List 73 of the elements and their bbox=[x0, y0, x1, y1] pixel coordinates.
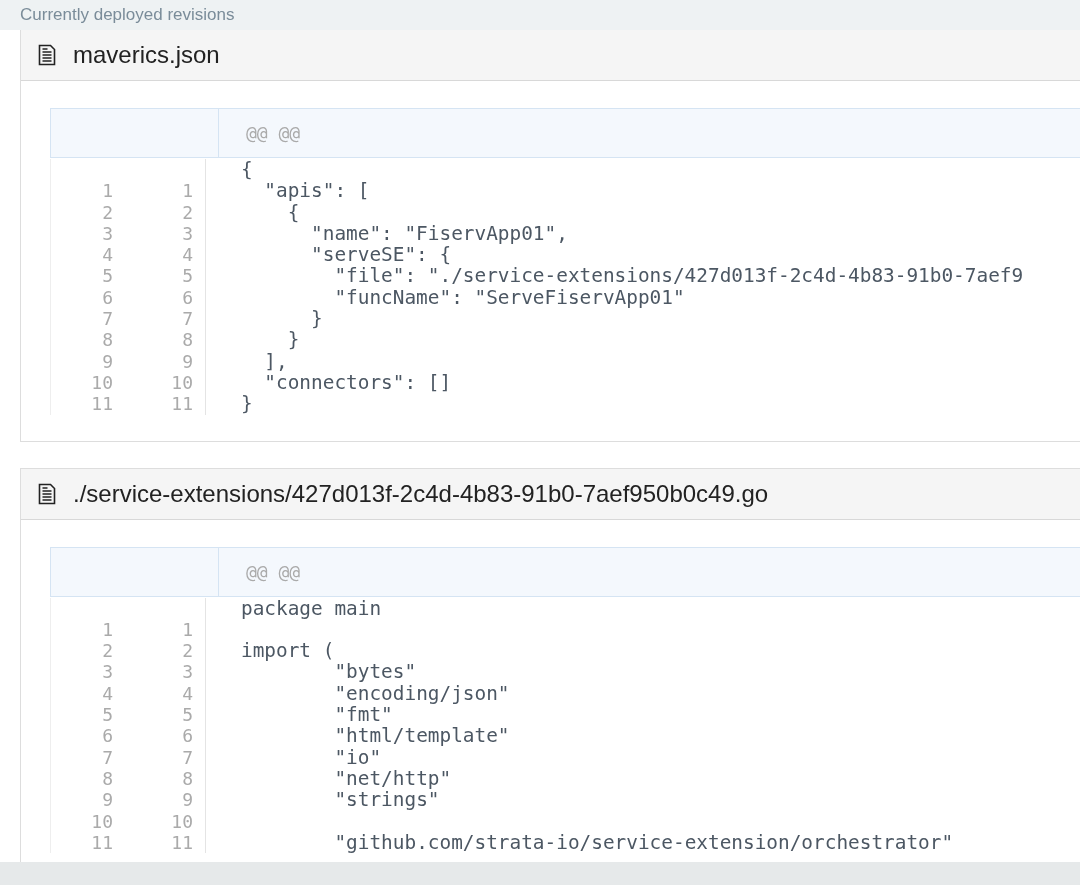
code-line: "connectors": [] bbox=[263, 370, 452, 394]
line-number: 6 bbox=[102, 286, 113, 308]
line-number: 8 bbox=[182, 329, 193, 351]
line-number: 8 bbox=[182, 767, 193, 789]
code-line: } bbox=[310, 307, 323, 331]
section-title: Currently deployed revisions bbox=[20, 4, 235, 26]
code-line: "github.com/strata-io/service-extension/orchestrator" bbox=[333, 830, 954, 854]
line-number: 5 bbox=[102, 704, 113, 726]
line-number: 4 bbox=[102, 244, 113, 266]
line-number: 9 bbox=[182, 789, 193, 811]
code-line: import ( bbox=[241, 639, 335, 663]
line-number: 6 bbox=[102, 725, 113, 747]
line-number: 1 bbox=[102, 618, 113, 640]
code-line: "io" bbox=[333, 745, 382, 769]
line-number: 6 bbox=[182, 725, 193, 747]
line-number: 3 bbox=[102, 222, 113, 244]
line-number: 4 bbox=[182, 682, 193, 704]
line-number: 7 bbox=[182, 308, 193, 330]
line-number: 11 bbox=[91, 393, 113, 415]
code-line: } bbox=[286, 328, 300, 352]
line-number: 2 bbox=[182, 640, 193, 662]
file-name: ./service-extensions/427d013f-2c4d-4b83-91b0-7aef950b0c49.go bbox=[73, 479, 769, 508]
code-line: "encoding/json" bbox=[333, 681, 510, 705]
line-number: 10 bbox=[171, 810, 193, 832]
code-line: "serveSE": { bbox=[310, 243, 452, 267]
line-number: 3 bbox=[182, 222, 193, 244]
hunk-marker: @@ @@ bbox=[245, 121, 301, 145]
code-line: "bytes" bbox=[333, 660, 417, 684]
code-line: "file": "./service-extensions/427d013f-2c4d-4b83-91b0-7aef9 bbox=[333, 264, 1024, 288]
line-number: 10 bbox=[171, 371, 193, 393]
code-line: { bbox=[287, 200, 300, 224]
line-number: 10 bbox=[91, 371, 113, 393]
line-number: 3 bbox=[102, 661, 113, 683]
code-line: "strings" bbox=[333, 788, 440, 812]
line-number: 2 bbox=[102, 201, 113, 223]
line-number: 1 bbox=[182, 618, 193, 640]
line-number: 2 bbox=[102, 640, 113, 662]
line-number: 9 bbox=[102, 789, 113, 811]
line-number: 8 bbox=[102, 767, 113, 789]
line-number: 9 bbox=[182, 350, 193, 372]
line-number: 7 bbox=[182, 746, 193, 768]
code-line: package main bbox=[241, 596, 382, 620]
line-number: 2 bbox=[182, 201, 193, 223]
line-number: 1 bbox=[182, 180, 193, 202]
code-line: "html/template" bbox=[333, 724, 510, 748]
code-line: { bbox=[241, 158, 253, 181]
code-line: ], bbox=[263, 349, 288, 373]
line-number: 11 bbox=[171, 831, 193, 853]
line-number: 10 bbox=[91, 810, 113, 832]
code-line: } bbox=[241, 392, 253, 416]
file-name: maverics.json bbox=[73, 41, 220, 69]
code-line: "apis": [ bbox=[263, 179, 370, 203]
line-number: 8 bbox=[102, 329, 113, 351]
line-number: 1 bbox=[102, 180, 113, 202]
line-number: 11 bbox=[171, 393, 193, 415]
line-number: 4 bbox=[102, 682, 113, 704]
line-number: 6 bbox=[182, 286, 193, 308]
document-icon bbox=[38, 482, 56, 505]
line-number: 7 bbox=[102, 308, 113, 330]
code-line: "net/http" bbox=[333, 766, 452, 790]
hunk-marker: @@ @@ bbox=[245, 559, 301, 584]
line-number: 4 bbox=[182, 244, 193, 266]
line-number: 5 bbox=[182, 265, 193, 287]
line-number: 5 bbox=[102, 265, 113, 287]
line-number: 11 bbox=[91, 831, 113, 853]
line-number: 5 bbox=[182, 704, 193, 726]
document-icon bbox=[38, 44, 56, 66]
code-line: "funcName": "ServeFiservApp01" bbox=[333, 285, 685, 309]
code-line: "name": "FiservApp01", bbox=[310, 221, 568, 245]
code-line: "fmt" bbox=[333, 703, 393, 727]
line-number: 7 bbox=[102, 746, 113, 768]
line-number: 3 bbox=[182, 661, 193, 683]
line-number: 9 bbox=[102, 350, 113, 372]
